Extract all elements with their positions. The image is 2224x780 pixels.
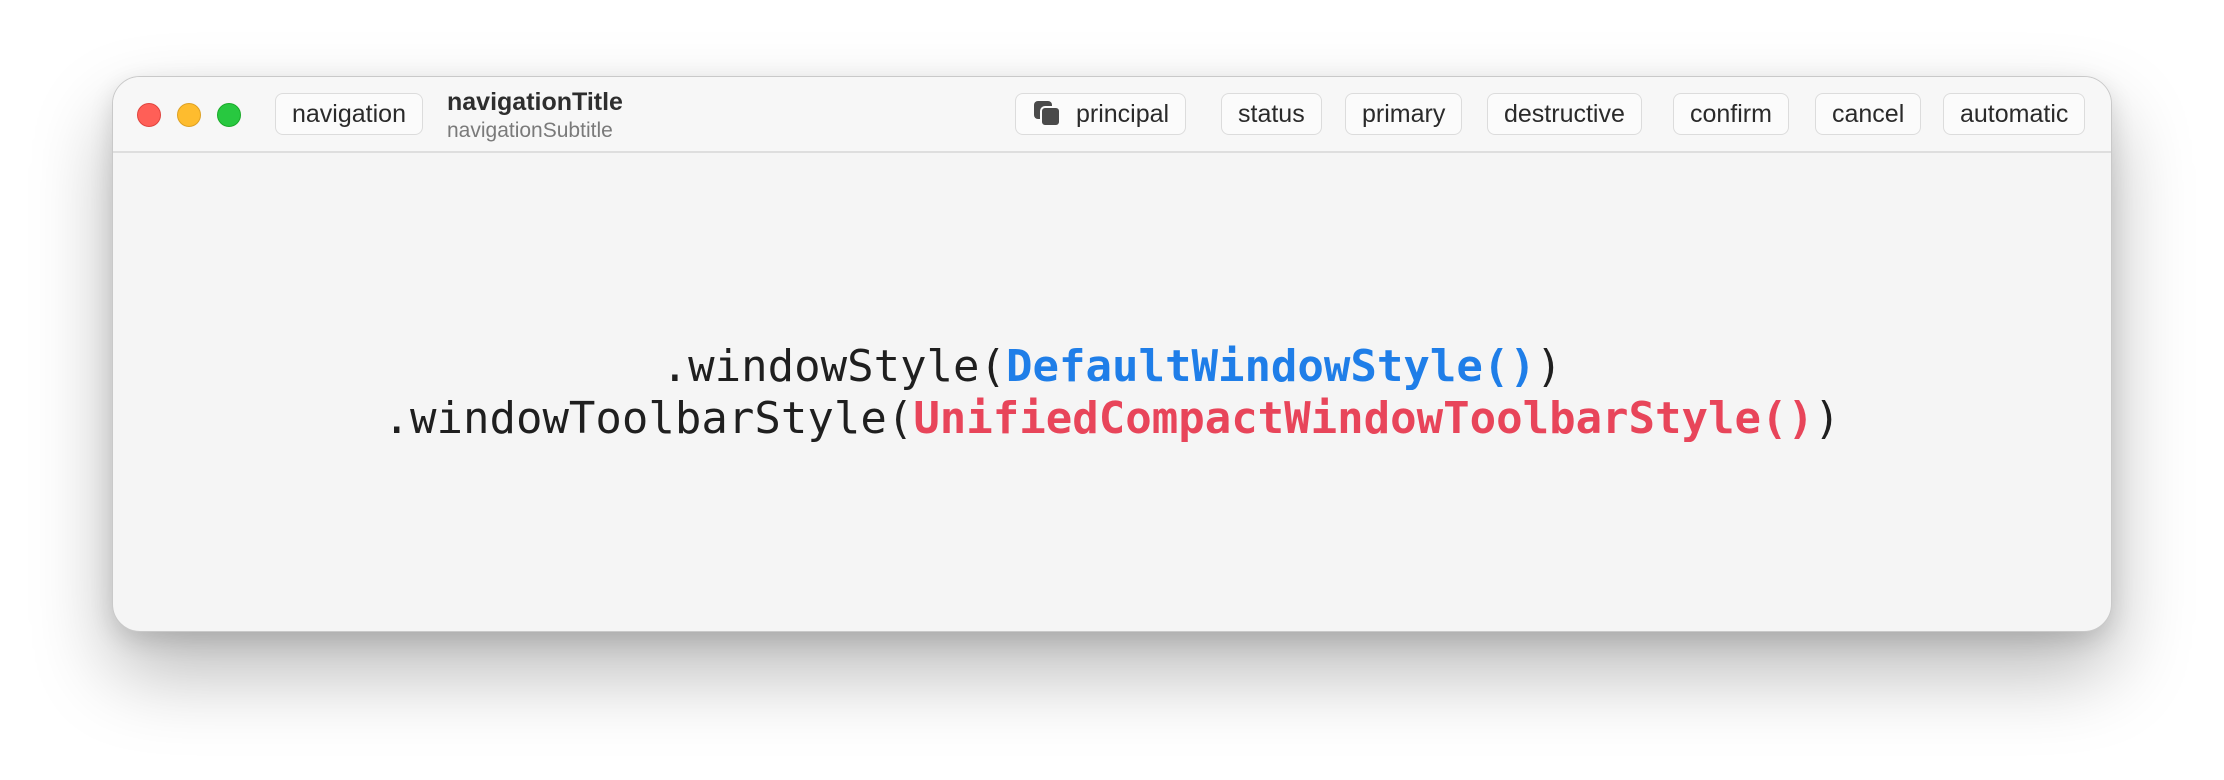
close-window-button[interactable] (137, 103, 161, 127)
code-line-window-toolbar-style: .windowToolbarStyle(UnifiedCompactWindow… (113, 393, 2111, 445)
code-line-2-suffix: ) (1813, 393, 1841, 444)
page-title: navigationTitle (447, 88, 623, 116)
primary-button-label: primary (1362, 100, 1446, 128)
status-button-label: status (1238, 100, 1305, 128)
automatic-button[interactable]: automatic (1943, 93, 2086, 135)
square-stack-icon (1032, 99, 1062, 128)
code-line-2-highlight: UnifiedCompactWindowToolbarStyle() (913, 393, 1814, 444)
window-toolbar: navigation navigationTitle navigationSub… (113, 77, 2111, 153)
zoom-window-button[interactable] (217, 103, 241, 127)
principal-button-label: principal (1076, 100, 1170, 128)
navigation-title-block: navigationTitle navigationSubtitle (447, 87, 623, 145)
status-button[interactable]: status (1221, 93, 1322, 135)
automatic-button-label: automatic (1960, 100, 2069, 128)
code-line-1-highlight: DefaultWindowStyle() (1006, 341, 1536, 392)
confirm-button-label: confirm (1690, 100, 1772, 128)
principal-button[interactable]: principal (1015, 93, 1187, 135)
minimize-window-button[interactable] (177, 103, 201, 127)
destructive-button-label: destructive (1504, 100, 1625, 128)
cancel-button-label: cancel (1832, 100, 1905, 128)
destructive-button[interactable]: destructive (1487, 93, 1642, 135)
code-line-1-prefix: .windowStyle( (661, 341, 1007, 392)
app-window: navigation navigationTitle navigationSub… (112, 76, 2112, 632)
cancel-button[interactable]: cancel (1815, 93, 1922, 135)
primary-button[interactable]: primary (1345, 93, 1463, 135)
navigation-button[interactable]: navigation (275, 93, 423, 135)
code-line-1-suffix: ) (1535, 341, 1563, 392)
page-subtitle: navigationSubtitle (447, 119, 613, 142)
confirm-button[interactable]: confirm (1673, 93, 1789, 135)
code-line-window-style: .windowStyle(DefaultWindowStyle()) (113, 341, 2111, 393)
navigation-button-label: navigation (292, 100, 406, 128)
code-line-2-prefix: .windowToolbarStyle( (383, 393, 914, 444)
